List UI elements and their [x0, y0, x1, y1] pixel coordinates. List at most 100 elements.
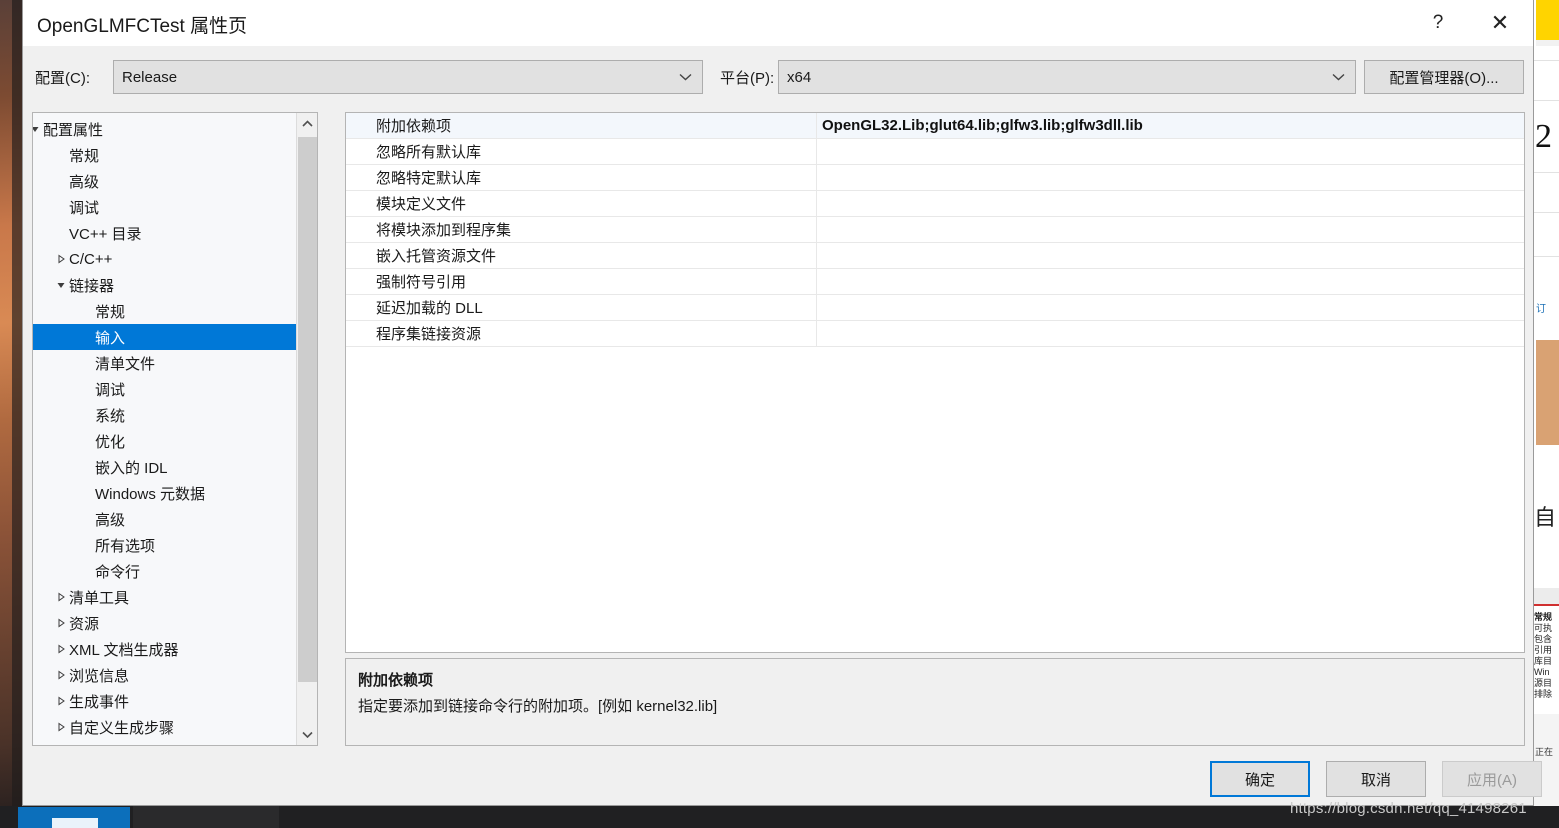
- tree-item-11[interactable]: 系统: [33, 402, 296, 428]
- tree-item-17[interactable]: 命令行: [33, 558, 296, 584]
- platform-select[interactable]: x64: [778, 60, 1356, 94]
- tree-item-label: 高级: [95, 511, 126, 529]
- property-column-divider: [816, 139, 817, 165]
- tree-item-18[interactable]: 清单工具: [33, 584, 296, 610]
- tree-item-label: 资源: [69, 615, 100, 633]
- collapsed-arrow-icon[interactable]: [55, 253, 67, 265]
- desktop-wallpaper-shadow: [12, 0, 22, 806]
- tree-item-label: 命令行: [95, 563, 141, 581]
- expanded-arrow-icon[interactable]: [55, 279, 67, 291]
- tree-item-12[interactable]: 优化: [33, 428, 296, 454]
- property-row[interactable]: 将模块添加到程序集: [346, 217, 1524, 243]
- collapsed-arrow-icon[interactable]: [55, 721, 67, 733]
- property-row[interactable]: 程序集链接资源: [346, 321, 1524, 347]
- tree-item-0[interactable]: 配置属性: [33, 116, 296, 142]
- scroll-up-icon[interactable]: [297, 113, 317, 134]
- screen: 2 订 自 常规 可执 包含 引用 库目 Win 源目 排除 正在 OpenGLMFCTest…: [0, 0, 1559, 828]
- property-row[interactable]: 忽略所有默认库: [346, 139, 1524, 165]
- tree-scrollbar[interactable]: [296, 113, 317, 745]
- help-icon[interactable]: ?: [1415, 0, 1461, 46]
- tree-item-label: 清单文件: [95, 355, 156, 373]
- tree-item-1[interactable]: 常规: [33, 142, 296, 168]
- tree-item-6[interactable]: 链接器: [33, 272, 296, 298]
- cancel-button[interactable]: 取消: [1326, 761, 1426, 797]
- background-row-line: [1532, 256, 1559, 257]
- property-name: 程序集链接资源: [376, 326, 482, 343]
- collapsed-arrow-icon[interactable]: [55, 617, 67, 629]
- background-tiny-list: 常规 可执 包含 引用 库目 Win 源目 排除: [1534, 612, 1553, 699]
- property-row[interactable]: 强制符号引用: [346, 269, 1524, 295]
- property-name: 嵌入托管资源文件: [376, 248, 497, 265]
- tree-item-label: VC++ 目录: [69, 225, 142, 243]
- scroll-down-icon[interactable]: [297, 724, 317, 745]
- apply-button[interactable]: 应用(A): [1442, 761, 1542, 797]
- tree-item-21[interactable]: 浏览信息: [33, 662, 296, 688]
- background-blue-text: 订: [1536, 304, 1546, 315]
- tree-item-label: C/C++: [69, 250, 113, 268]
- tree-item-label: 常规: [95, 303, 126, 321]
- property-row[interactable]: 忽略特定默认库: [346, 165, 1524, 191]
- platform-select-value: x64: [787, 68, 812, 86]
- configuration-manager-button[interactable]: 配置管理器(O)...: [1364, 60, 1524, 94]
- tree-item-10[interactable]: 调试: [33, 376, 296, 402]
- property-column-divider: [816, 321, 817, 347]
- tree-item-3[interactable]: 调试: [33, 194, 296, 220]
- collapsed-arrow-icon[interactable]: [55, 669, 67, 681]
- property-name: 延迟加载的 DLL: [376, 300, 483, 317]
- property-row[interactable]: 模块定义文件: [346, 191, 1524, 217]
- property-row[interactable]: 嵌入托管资源文件: [346, 243, 1524, 269]
- collapsed-arrow-icon[interactable]: [55, 695, 67, 707]
- collapsed-arrow-icon[interactable]: [55, 643, 67, 655]
- ok-button[interactable]: 确定: [1210, 761, 1310, 797]
- tree-item-13[interactable]: 嵌入的 IDL: [33, 454, 296, 480]
- chevron-down-icon: [1332, 73, 1345, 81]
- property-row[interactable]: 附加依赖项 OpenGL32.Lib;glut64.lib;glfw3.lib;g…: [346, 113, 1524, 139]
- tree-item-label: 链接器: [69, 277, 115, 295]
- background-editor: 2 订 自 常规 可执 包含 引用 库目 Win 源目 排除 正在: [1532, 0, 1559, 806]
- title-bar: OpenGLMFCTest 属性页 ? ✕: [23, 0, 1533, 46]
- property-column-divider: [816, 295, 817, 321]
- background-row-line: [1532, 100, 1559, 101]
- expanded-arrow-icon[interactable]: [33, 123, 41, 135]
- property-row[interactable]: 延迟加载的 DLL: [346, 295, 1524, 321]
- tree-item-label: 清单工具: [69, 589, 130, 607]
- tree-item-15[interactable]: 高级: [33, 506, 296, 532]
- tree-item-20[interactable]: XML 文档生成器: [33, 636, 296, 662]
- platform-label: 平台(P):: [720, 70, 775, 87]
- property-name: 模块定义文件: [376, 196, 467, 213]
- property-grid-rows: 附加依赖项 OpenGL32.Lib;glut64.lib;glfw3.lib;g…: [346, 113, 1524, 347]
- tree-item-14[interactable]: Windows 元数据: [33, 480, 296, 506]
- collapsed-arrow-icon[interactable]: [55, 591, 67, 603]
- configuration-select-value: Release: [122, 68, 178, 86]
- background-grey-band: [1532, 588, 1559, 604]
- tree-item-label: XML 文档生成器: [69, 641, 179, 659]
- tree-item-label: 常规: [69, 147, 100, 165]
- description-pane: 附加依赖项 指定要添加到链接命令行的附加项。[例如 kernel32.lib]: [345, 658, 1525, 746]
- background-row-line: [1532, 212, 1559, 213]
- tree-item-5[interactable]: C/C++: [33, 246, 296, 272]
- tree-item-label: Windows 元数据: [95, 485, 206, 503]
- tree-item-label: 浏览信息: [69, 667, 130, 685]
- tree-item-7[interactable]: 常规: [33, 298, 296, 324]
- close-icon[interactable]: ✕: [1477, 0, 1523, 46]
- taskbar-item[interactable]: [133, 806, 279, 828]
- property-column-divider: [816, 243, 817, 269]
- tree-item-9[interactable]: 清单文件: [33, 350, 296, 376]
- tree-item-16[interactable]: 所有选项: [33, 532, 296, 558]
- tree-item-4[interactable]: VC++ 目录: [33, 220, 296, 246]
- tree-item-8[interactable]: 输入: [33, 324, 296, 350]
- property-column-divider: [816, 113, 817, 139]
- tree-item-2[interactable]: 高级: [33, 168, 296, 194]
- property-value[interactable]: OpenGL32.Lib;glut64.lib;glfw3.lib;glfw3d…: [822, 117, 1143, 134]
- background-yellow-bar: [1536, 0, 1559, 40]
- tree-scrollbar-thumb[interactable]: [298, 137, 317, 682]
- tree-item-19[interactable]: 资源: [33, 610, 296, 636]
- configuration-select[interactable]: Release: [113, 60, 703, 94]
- property-name: 附加依赖项: [376, 118, 452, 135]
- tree-item-label: 调试: [69, 199, 100, 217]
- tree-item-label: 自定义生成步骤: [69, 719, 175, 737]
- tree-item-22[interactable]: 生成事件: [33, 688, 296, 714]
- tree-item-23[interactable]: 自定义生成步骤: [33, 714, 296, 740]
- property-grid: 附加依赖项 OpenGL32.Lib;glut64.lib;glfw3.lib;g…: [345, 112, 1525, 653]
- tree-item-label: 生成事件: [69, 693, 130, 711]
